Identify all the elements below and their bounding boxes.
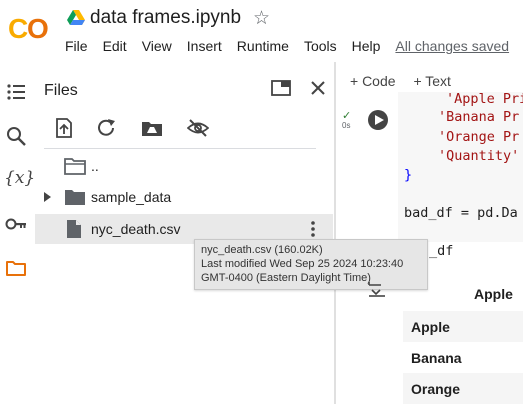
colab-logo[interactable]: C O — [8, 12, 52, 44]
panel-splitter[interactable] — [334, 62, 336, 404]
dataframe-row: Apple — [403, 311, 523, 342]
star-icon[interactable]: ☆ — [253, 7, 270, 30]
expand-arrow-icon[interactable] — [44, 192, 52, 202]
dataframe-row: Orange — [403, 373, 523, 404]
mount-drive-icon[interactable] — [141, 118, 163, 138]
tooltip-timezone: GMT-0400 (Eastern Daylight Time) — [201, 272, 371, 284]
search-icon[interactable] — [5, 125, 27, 147]
svg-text:O: O — [27, 13, 49, 44]
code-line: 'Quantity' — [438, 148, 520, 164]
code-line: _df — [429, 243, 454, 259]
tooltip-modified: Last modified Wed Sep 25 2024 10:23:40 — [201, 258, 404, 270]
code-line: bad_df = pd.Da — [404, 205, 518, 221]
tree-item-label: .. — [91, 158, 99, 174]
save-status-link[interactable]: All changes saved — [395, 38, 509, 58]
add-code-button[interactable]: + Code — [350, 73, 396, 89]
notebook-title[interactable]: data frames.ipynb — [90, 7, 241, 29]
dataframe-column-header: Apple — [474, 286, 513, 302]
dataframe-row: Banana — [403, 342, 523, 373]
refresh-icon[interactable] — [96, 118, 118, 138]
files-panel-title: Files — [44, 82, 78, 99]
file-tooltip: nyc_death.csv (160.02K) Last modified We… — [194, 239, 428, 290]
menu-tools[interactable]: Tools — [304, 38, 337, 58]
folder-icon — [64, 158, 86, 175]
code-line: 'Orange Pr — [438, 129, 520, 145]
upload-icon[interactable] — [53, 118, 75, 138]
output-menu-icon[interactable] — [368, 281, 386, 297]
code-line: 'Apple Pri — [446, 91, 523, 107]
file-icon — [67, 220, 81, 238]
menu-file[interactable]: File — [65, 38, 88, 58]
menu-bar: File Edit View Insert Runtime Tools Help… — [65, 38, 509, 58]
tree-item-label: nyc_death.csv — [91, 221, 181, 237]
row-index-label: Banana — [411, 350, 462, 366]
run-cell-icon[interactable] — [367, 109, 389, 131]
code-line: } — [404, 167, 413, 183]
hide-files-icon[interactable] — [187, 118, 209, 138]
tree-item-parent[interactable]: .. — [35, 151, 333, 181]
notebook-toolbar: + Code + Text — [350, 73, 465, 89]
menu-view[interactable]: View — [142, 38, 172, 58]
tree-item-sample-data[interactable]: sample_data — [35, 182, 333, 212]
files-folder-icon[interactable] — [5, 257, 27, 279]
open-in-tab-icon[interactable] — [271, 80, 291, 96]
row-index-label: Orange — [411, 381, 461, 397]
menu-help[interactable]: Help — [352, 38, 381, 58]
execution-time: 0s — [342, 121, 351, 130]
tree-item-label: sample_data — [91, 189, 172, 205]
menu-insert[interactable]: Insert — [187, 38, 222, 58]
folder-icon — [65, 190, 85, 205]
tooltip-filename: nyc_death.csv (160.02K) — [201, 244, 323, 256]
row-index-label: Apple — [411, 319, 450, 335]
add-text-button[interactable]: + Text — [413, 73, 451, 89]
code-line: 'Banana Pr — [438, 109, 520, 125]
google-drive-icon[interactable] — [67, 10, 85, 26]
more-options-icon[interactable] — [309, 220, 317, 238]
variables-icon[interactable]: {x} — [4, 168, 35, 188]
menu-edit[interactable]: Edit — [103, 38, 127, 58]
divider — [44, 148, 316, 149]
close-icon[interactable] — [309, 79, 327, 97]
svg-text:C: C — [8, 13, 28, 44]
menu-runtime[interactable]: Runtime — [237, 38, 289, 58]
secrets-key-icon[interactable] — [5, 213, 27, 235]
table-of-contents-icon[interactable] — [5, 81, 27, 103]
